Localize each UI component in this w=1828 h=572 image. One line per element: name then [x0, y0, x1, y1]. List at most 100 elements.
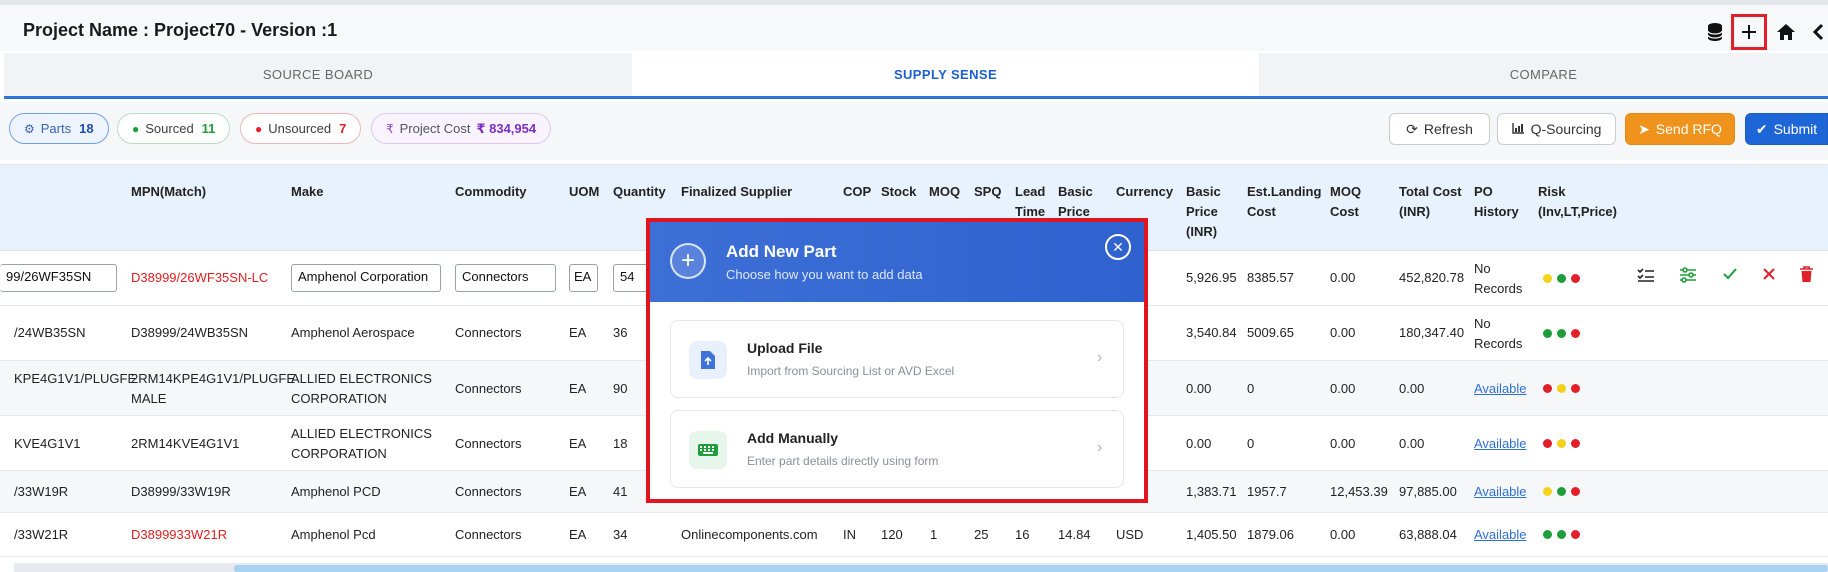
mpn-cell[interactable]: 2RM14KPE4G1V1/PLUGFE MALE	[131, 369, 295, 409]
sliders-icon[interactable]	[1679, 267, 1697, 288]
sourced-chip[interactable]: ● Sourced 11	[117, 113, 231, 144]
plus-circle-icon: +	[670, 243, 706, 279]
checklist-icon[interactable]	[1637, 267, 1655, 288]
mpn-cell[interactable]: D38999/24WB35SN	[131, 323, 248, 343]
commodity-input[interactable]: Connectors	[455, 264, 556, 292]
make-cell: ALLIED ELECTRONICS CORPORATION	[291, 424, 432, 464]
total-cost-cell: 180,347.40	[1399, 325, 1465, 340]
col-moq-cost[interactable]: MOQ Cost	[1330, 182, 1361, 222]
make-input[interactable]: Amphenol Corporation	[291, 264, 441, 292]
po-available-link[interactable]: Available	[1474, 525, 1527, 545]
po-available-link[interactable]: Available	[1474, 434, 1527, 454]
check-icon[interactable]	[1722, 267, 1738, 286]
currency-cell: USD	[1116, 527, 1144, 542]
col-basic-price-inr[interactable]: Basic Price (INR)	[1186, 182, 1221, 242]
col-mpn[interactable]: MPN(Match)	[131, 182, 206, 202]
col-commodity[interactable]: Commodity	[455, 182, 527, 202]
moq-cost-cell: 0.00	[1330, 270, 1356, 285]
unsourced-label: Unsourced	[268, 121, 332, 136]
scrollbar-thumb[interactable]	[234, 565, 1828, 572]
col-lead-time[interactable]: Lead Time	[1015, 182, 1045, 222]
plus-icon[interactable]	[1731, 14, 1767, 50]
spq-cell: 25	[974, 527, 989, 542]
quantity-cell: 34	[613, 527, 628, 542]
make-cell: Amphenol PCD	[291, 484, 381, 499]
close-icon[interactable]	[1762, 267, 1776, 286]
po-available-link[interactable]: Available	[1474, 379, 1527, 399]
uom-input[interactable]: EA	[569, 264, 598, 292]
est-landing-cell: 8385.57	[1247, 270, 1294, 285]
table-row[interactable]: /33W21R D3899933W21R Amphenol Pcd Connec…	[0, 513, 1828, 557]
project-cost-value: ₹ 834,954	[476, 120, 537, 136]
tab-supply-sense[interactable]: SUPPLY SENSE	[632, 53, 1259, 96]
po-line1: No	[1474, 316, 1491, 331]
refresh-label: Refresh	[1423, 121, 1473, 137]
po-line2: Records	[1474, 336, 1523, 351]
col-total-cost[interactable]: Total Cost (INR)	[1399, 182, 1462, 222]
home-icon[interactable]	[1771, 17, 1801, 47]
col-po-history[interactable]: PO History	[1474, 182, 1519, 222]
col-basic-price[interactable]: Basic Price	[1058, 182, 1093, 222]
cop-cell: IN	[843, 527, 856, 542]
database-icon[interactable]	[1700, 17, 1730, 47]
mpn-cell[interactable]: D38999/26WF35SN-LC	[131, 268, 268, 288]
risk-dot-lt	[1557, 530, 1566, 539]
refresh-button[interactable]: ⟳ Refresh	[1389, 113, 1490, 145]
tab-source-board[interactable]: SOURCE BOARD	[4, 53, 632, 96]
make-line2: CORPORATION	[291, 446, 387, 461]
refresh-icon: ⟳	[1406, 120, 1418, 137]
risk-dot-lt	[1557, 274, 1566, 283]
modal-title: Add New Part	[726, 242, 837, 261]
col-make[interactable]: Make	[291, 182, 324, 202]
supplier-cell: Onlinecomponents.com	[681, 527, 818, 542]
po-available-link[interactable]: Available	[1474, 482, 1527, 502]
mpn-cell[interactable]: D3899933W21R	[131, 525, 227, 545]
parts-icon: ⚙	[24, 121, 35, 136]
col-cop[interactable]: COP	[843, 182, 871, 202]
part-cell: KVE4G1V1	[14, 436, 81, 451]
col-currency[interactable]: Currency	[1116, 182, 1173, 202]
basic-price-inr-cell: 1,383.71	[1186, 484, 1237, 499]
moq-cost-cell: 0.00	[1330, 325, 1356, 340]
risk-dot-price	[1571, 274, 1580, 283]
submit-button[interactable]: ✔ Submit	[1745, 113, 1828, 145]
risk-dot-lt	[1557, 384, 1566, 393]
make-line1: ALLIED ELECTRONICS	[291, 426, 432, 441]
col-supplier[interactable]: Finalized Supplier	[681, 182, 792, 202]
mpn-line2: MALE	[131, 391, 167, 406]
risk-dot-inv	[1543, 274, 1552, 283]
modal-close-button[interactable]: ✕	[1105, 234, 1131, 260]
moq-cost-cell: 0.00	[1330, 381, 1356, 396]
bpinr-line2: Price	[1186, 204, 1218, 219]
upload-file-option[interactable]: Upload File Import from Sourcing List or…	[670, 320, 1124, 398]
po-history-cell: No Records	[1474, 314, 1522, 354]
risk-dot-price	[1571, 487, 1580, 496]
mpn-cell[interactable]: D38999/33W19R	[131, 482, 231, 502]
moq-cost-cell: 12,453.39	[1330, 484, 1388, 499]
mpn-cell[interactable]: 2RM14KVE4G1V1	[131, 434, 239, 454]
col-stock[interactable]: Stock	[881, 182, 916, 202]
tab-compare[interactable]: COMPARE	[1259, 53, 1828, 96]
part-input[interactable]: 99/26WF35SN	[0, 264, 117, 292]
parts-chip[interactable]: ⚙ Parts 18	[9, 113, 109, 144]
send-rfq-button[interactable]: ➤ Send RFQ	[1625, 113, 1735, 145]
send-rfq-label: Send RFQ	[1655, 121, 1722, 137]
uom-cell: EA	[569, 484, 587, 499]
col-spq[interactable]: SPQ	[974, 182, 1001, 202]
trash-icon[interactable]	[1799, 266, 1814, 288]
project-cost-chip[interactable]: ₹ Project Cost ₹ 834,954	[371, 113, 552, 144]
col-risk[interactable]: Risk (Inv,LT,Price)	[1538, 182, 1617, 222]
risk-dot-price	[1571, 384, 1580, 393]
back-icon[interactable]	[1808, 17, 1828, 47]
col-quantity[interactable]: Quantity	[613, 182, 666, 202]
risk-dot-inv	[1543, 530, 1552, 539]
add-manually-option[interactable]: Add Manually Enter part details directly…	[670, 410, 1124, 488]
col-uom[interactable]: UOM	[569, 182, 599, 202]
q-sourcing-button[interactable]: Q-Sourcing	[1497, 113, 1616, 145]
est-landing-cell: 1879.06	[1247, 527, 1294, 542]
total-cost-cell: 0.00	[1399, 436, 1425, 451]
total-cost-cell: 452,820.78	[1399, 270, 1465, 285]
unsourced-chip[interactable]: ● Unsourced 7	[240, 113, 362, 144]
col-est-landing[interactable]: Est.Landing Cost	[1247, 182, 1321, 222]
col-moq[interactable]: MOQ	[929, 182, 960, 202]
